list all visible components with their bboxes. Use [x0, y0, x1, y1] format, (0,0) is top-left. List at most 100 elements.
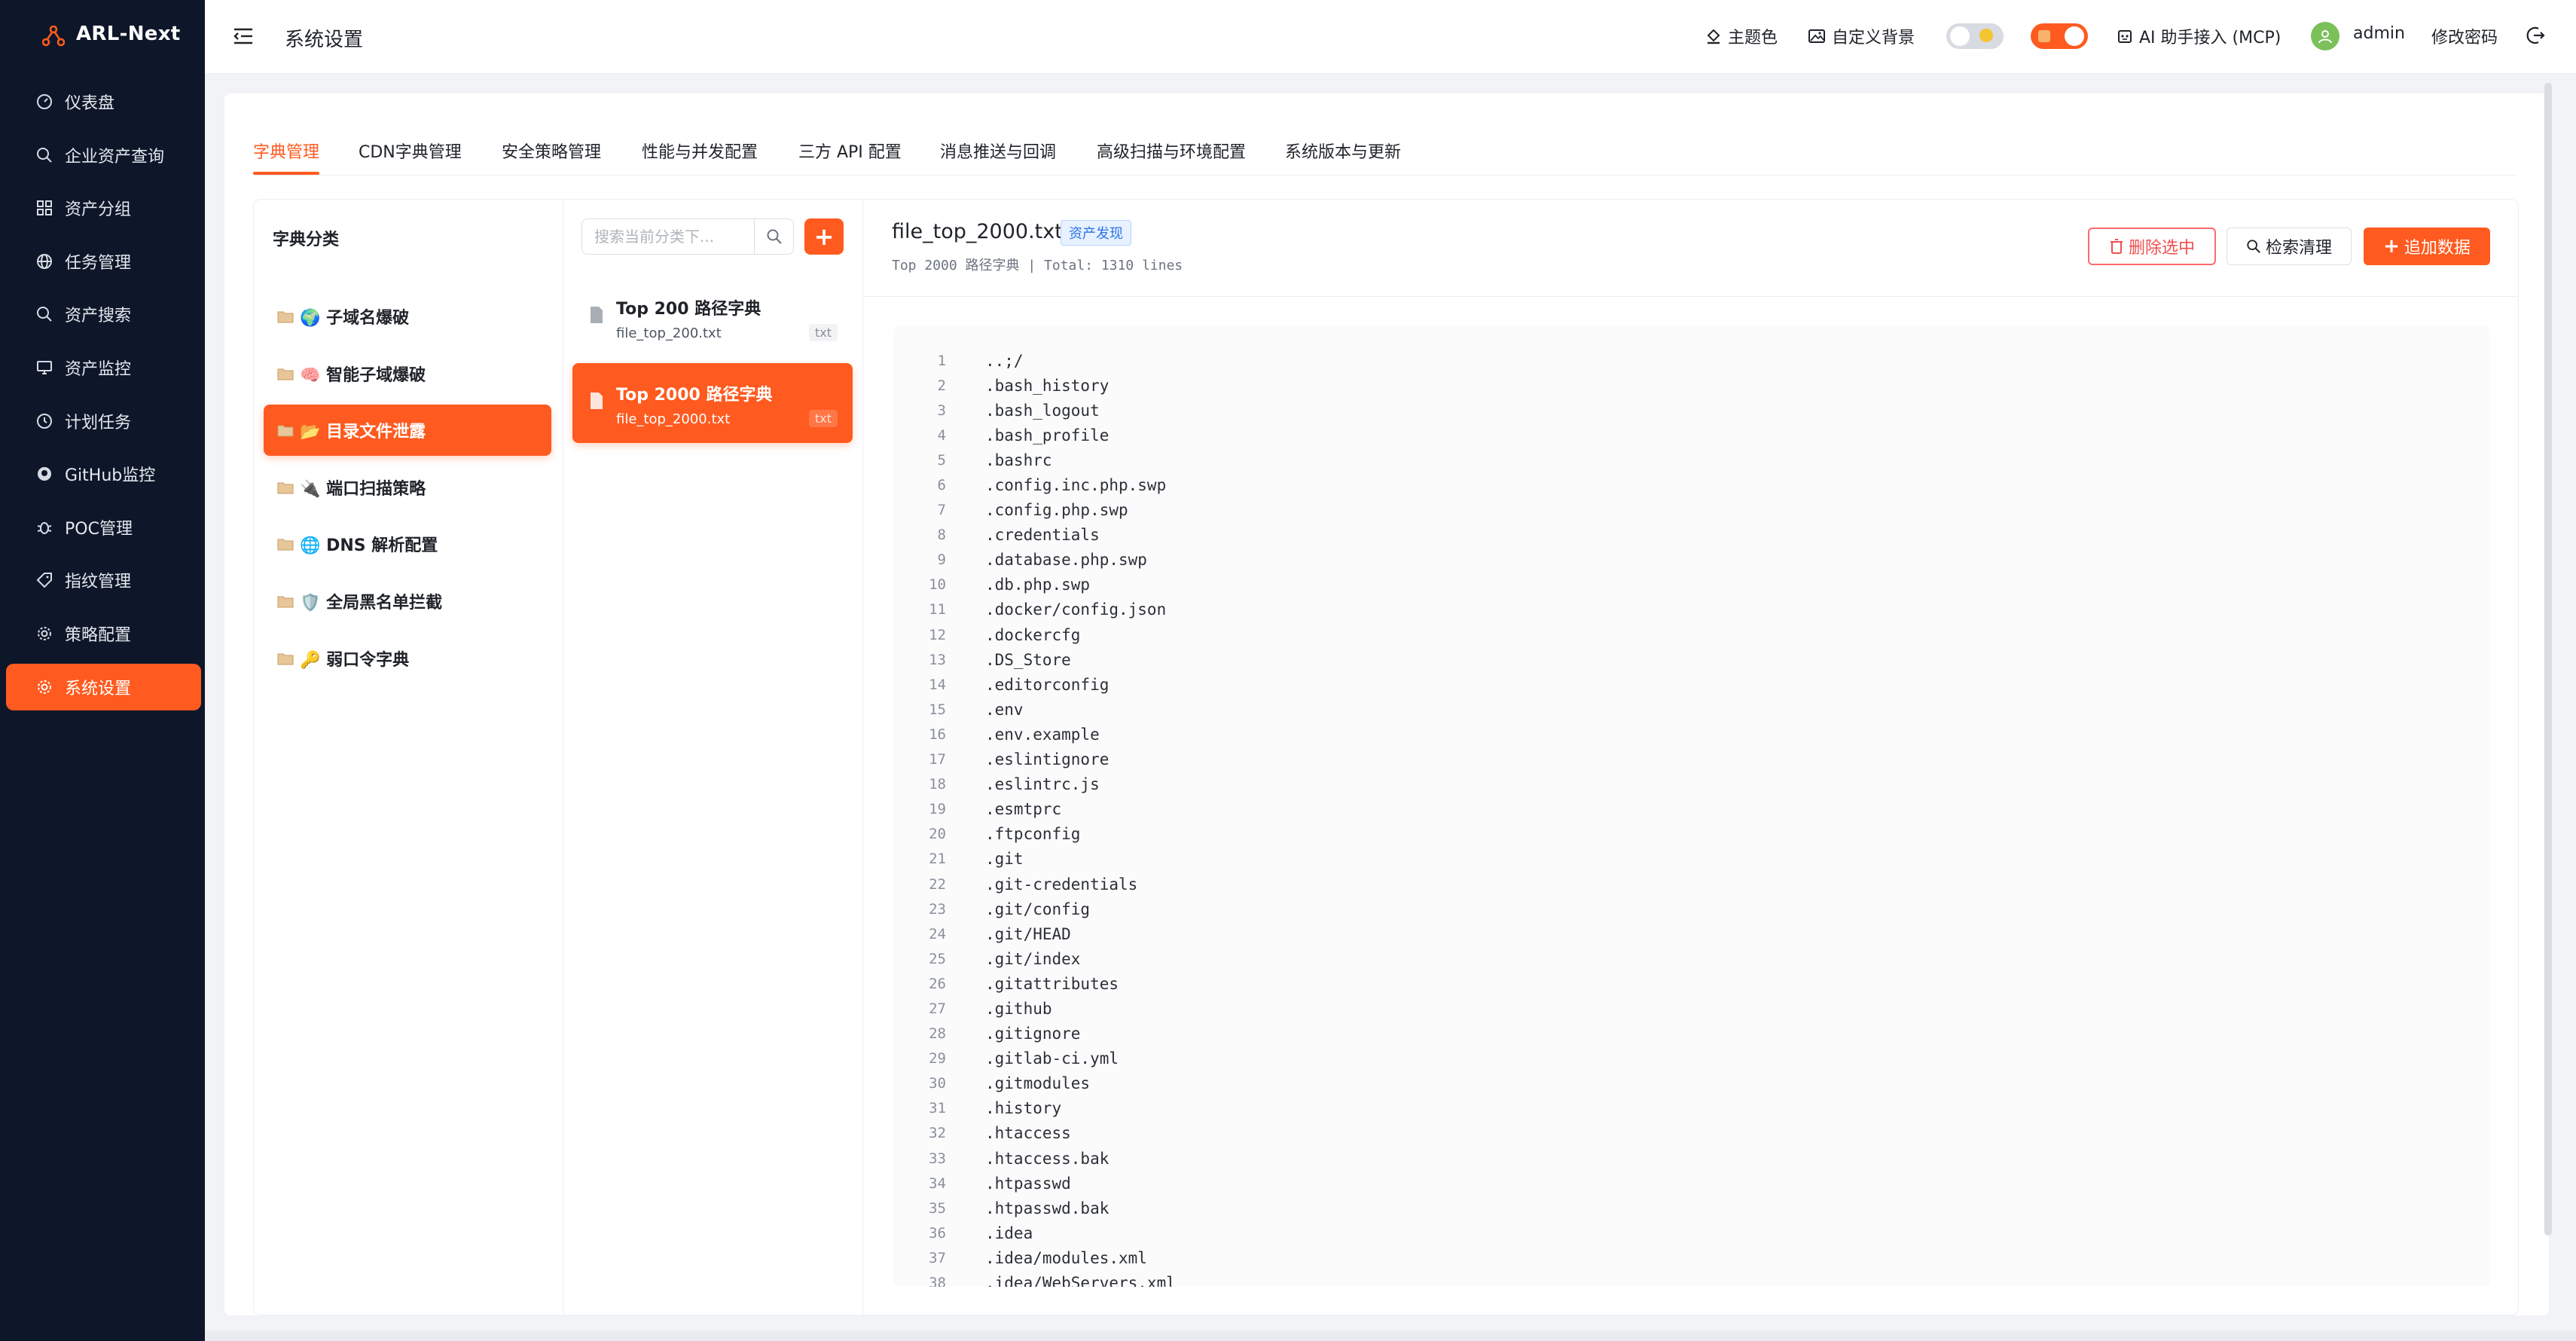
code-line: 37 .idea/modules.xml: [893, 1245, 2490, 1270]
sidebar-item-label: GitHub监控: [65, 466, 156, 486]
line-text: .ftpconfig: [985, 825, 1081, 844]
line-text: .htpasswd.bak: [985, 1199, 1109, 1217]
line-number: 11: [929, 601, 946, 619]
sidebar-item[interactable]: 指纹管理: [6, 557, 201, 603]
code-line: 15 .env: [893, 697, 2490, 722]
code-line: 17 .eslintignore: [893, 747, 2490, 772]
code-line: 21 .git: [893, 847, 2490, 872]
dict-search-input[interactable]: [582, 228, 749, 246]
sidebar-item[interactable]: 资产监控: [6, 344, 201, 391]
sidebar-item[interactable]: 仪表盘: [6, 78, 201, 125]
category-label: 全局黑名单拦截: [326, 594, 443, 612]
line-number: 3: [937, 402, 946, 419]
line-number: 28: [929, 1025, 946, 1043]
line-number: 29: [929, 1050, 946, 1068]
category-emoji: 📂: [300, 423, 321, 442]
dictionary-content-viewer[interactable]: 1 ..;/ 2 .bash_history 3 .bash_logout 4 .bash_p…: [893, 325, 2490, 1287]
sidebar-item[interactable]: 策略配置: [6, 610, 201, 657]
ai-assistant-button[interactable]: AI 助手接入 (MCP): [2117, 24, 2281, 48]
custom-background-button[interactable]: 自定义背景: [1808, 24, 1915, 48]
dictionary-name: Top 200 路径字典: [616, 300, 762, 319]
sidebar-item[interactable]: 企业资产查询: [6, 132, 201, 179]
theme-color-button[interactable]: 主题色: [1705, 24, 1778, 48]
line-text: .bash_history: [985, 376, 1109, 395]
category-item[interactable]: 🔑 弱口令字典: [264, 633, 551, 684]
code-line: 9 .database.php.swp: [893, 548, 2490, 573]
sidebar-item-label: 资产分组: [65, 200, 132, 220]
settings-tab[interactable]: 字典管理: [253, 139, 319, 163]
dict-search-box: [581, 218, 794, 255]
category-item[interactable]: 🌍 子域名爆破: [264, 291, 551, 342]
dictionary-file: file_top_2000.txt: [616, 411, 731, 427]
code-line: 38 .idea/WebServers.xml: [893, 1270, 2490, 1287]
line-text: .env.example: [985, 725, 1100, 744]
robot-icon: [2118, 30, 2132, 43]
sidebar-item[interactable]: 系统设置: [6, 663, 201, 710]
line-number: 24: [929, 925, 946, 942]
line-text: .database.php.swp: [985, 551, 1147, 570]
category-item[interactable]: 🧠 智能子域爆破: [264, 348, 551, 399]
code-line: 16 .env.example: [893, 722, 2490, 747]
settings-tab[interactable]: 安全策略管理: [502, 139, 601, 163]
sidebar-item[interactable]: POC管理: [6, 504, 201, 551]
category-item[interactable]: 🛡️ 全局黑名单拦截: [264, 576, 551, 627]
line-text: .git: [985, 850, 1024, 869]
delete-selected-button[interactable]: 删除选中: [2088, 228, 2216, 265]
logout-icon[interactable]: [2525, 25, 2546, 46]
line-number: 1: [937, 352, 946, 369]
page-scrollbar[interactable]: [2544, 83, 2552, 1236]
settings-tab[interactable]: 高级扫描与环境配置: [1097, 139, 1246, 163]
line-number: 19: [929, 801, 946, 818]
category-label: 端口扫描策略: [326, 479, 426, 499]
settings-tab[interactable]: 系统版本与更新: [1285, 139, 1401, 163]
category-emoji: 🧠: [300, 365, 321, 385]
sidebar-item[interactable]: 任务管理: [6, 238, 201, 285]
dark-mode-toggle[interactable]: [1946, 23, 2004, 49]
code-line: 30 .gitmodules: [893, 1071, 2490, 1096]
gear-icon: [35, 677, 54, 697]
line-text: .eslintrc.js: [985, 775, 1100, 794]
sidebar-item[interactable]: 计划任务: [6, 398, 201, 444]
category-item[interactable]: 🔌 端口扫描策略: [264, 462, 551, 513]
line-text: .gitlab-ci.yml: [985, 1049, 1119, 1068]
dictionary-ext-tag: txt: [808, 324, 838, 341]
search-clean-label: 检索清理: [2265, 239, 2332, 258]
sidebar-item[interactable]: 资产搜索: [6, 291, 201, 338]
category-item[interactable]: 📂 目录文件泄露: [264, 405, 551, 457]
collapse-menu-icon[interactable]: [232, 26, 255, 47]
sidebar-item[interactable]: 资产分组: [6, 185, 201, 231]
search-clean-button[interactable]: 检索清理: [2227, 228, 2352, 265]
line-text: .esmtprc: [985, 800, 1062, 819]
dict-search-button[interactable]: [754, 219, 793, 254]
settings-tab[interactable]: 三方 API 配置: [798, 139, 902, 163]
code-line: 11 .docker/config.json: [893, 597, 2490, 622]
category-label: 子域名爆破: [326, 309, 410, 328]
sidebar-item-label: 指纹管理: [65, 573, 132, 592]
settings-tab[interactable]: 性能与并发配置: [642, 139, 758, 163]
sidebar-item[interactable]: GitHub监控: [6, 451, 201, 497]
username[interactable]: admin: [2353, 24, 2405, 43]
settings-tab[interactable]: 消息推送与回调: [940, 139, 1056, 163]
line-number: 18: [929, 776, 946, 793]
dictionary-item[interactable]: Top 2000 路径字典 file_top_2000.txt txt: [572, 363, 853, 443]
settings-tab[interactable]: CDN字典管理: [359, 139, 462, 163]
append-data-label: 追加数据: [2404, 239, 2471, 258]
category-item[interactable]: 🌐 DNS 解析配置: [264, 518, 551, 570]
dashboard-icon: [35, 92, 54, 111]
effects-toggle[interactable]: [2031, 23, 2088, 49]
add-dictionary-button[interactable]: +: [804, 218, 844, 255]
avatar[interactable]: [2311, 22, 2339, 50]
brand-logo-icon: [42, 26, 65, 47]
line-number: 12: [929, 626, 946, 643]
bug-icon: [35, 518, 54, 537]
line-number: 21: [929, 851, 946, 868]
line-number: 10: [929, 576, 946, 594]
change-password-button[interactable]: 修改密码: [2431, 24, 2498, 48]
brand[interactable]: ARL-Next: [0, 0, 205, 72]
dictionary-item[interactable]: Top 200 路径字典 file_top_200.txt txt: [572, 277, 853, 357]
category-label: 目录文件泄露: [326, 423, 426, 442]
append-data-button[interactable]: + 追加数据: [2364, 228, 2490, 265]
code-line: 6 .config.inc.php.swp: [893, 472, 2490, 497]
search-icon: [35, 145, 54, 165]
dictionary-ext-tag: txt: [808, 410, 838, 427]
